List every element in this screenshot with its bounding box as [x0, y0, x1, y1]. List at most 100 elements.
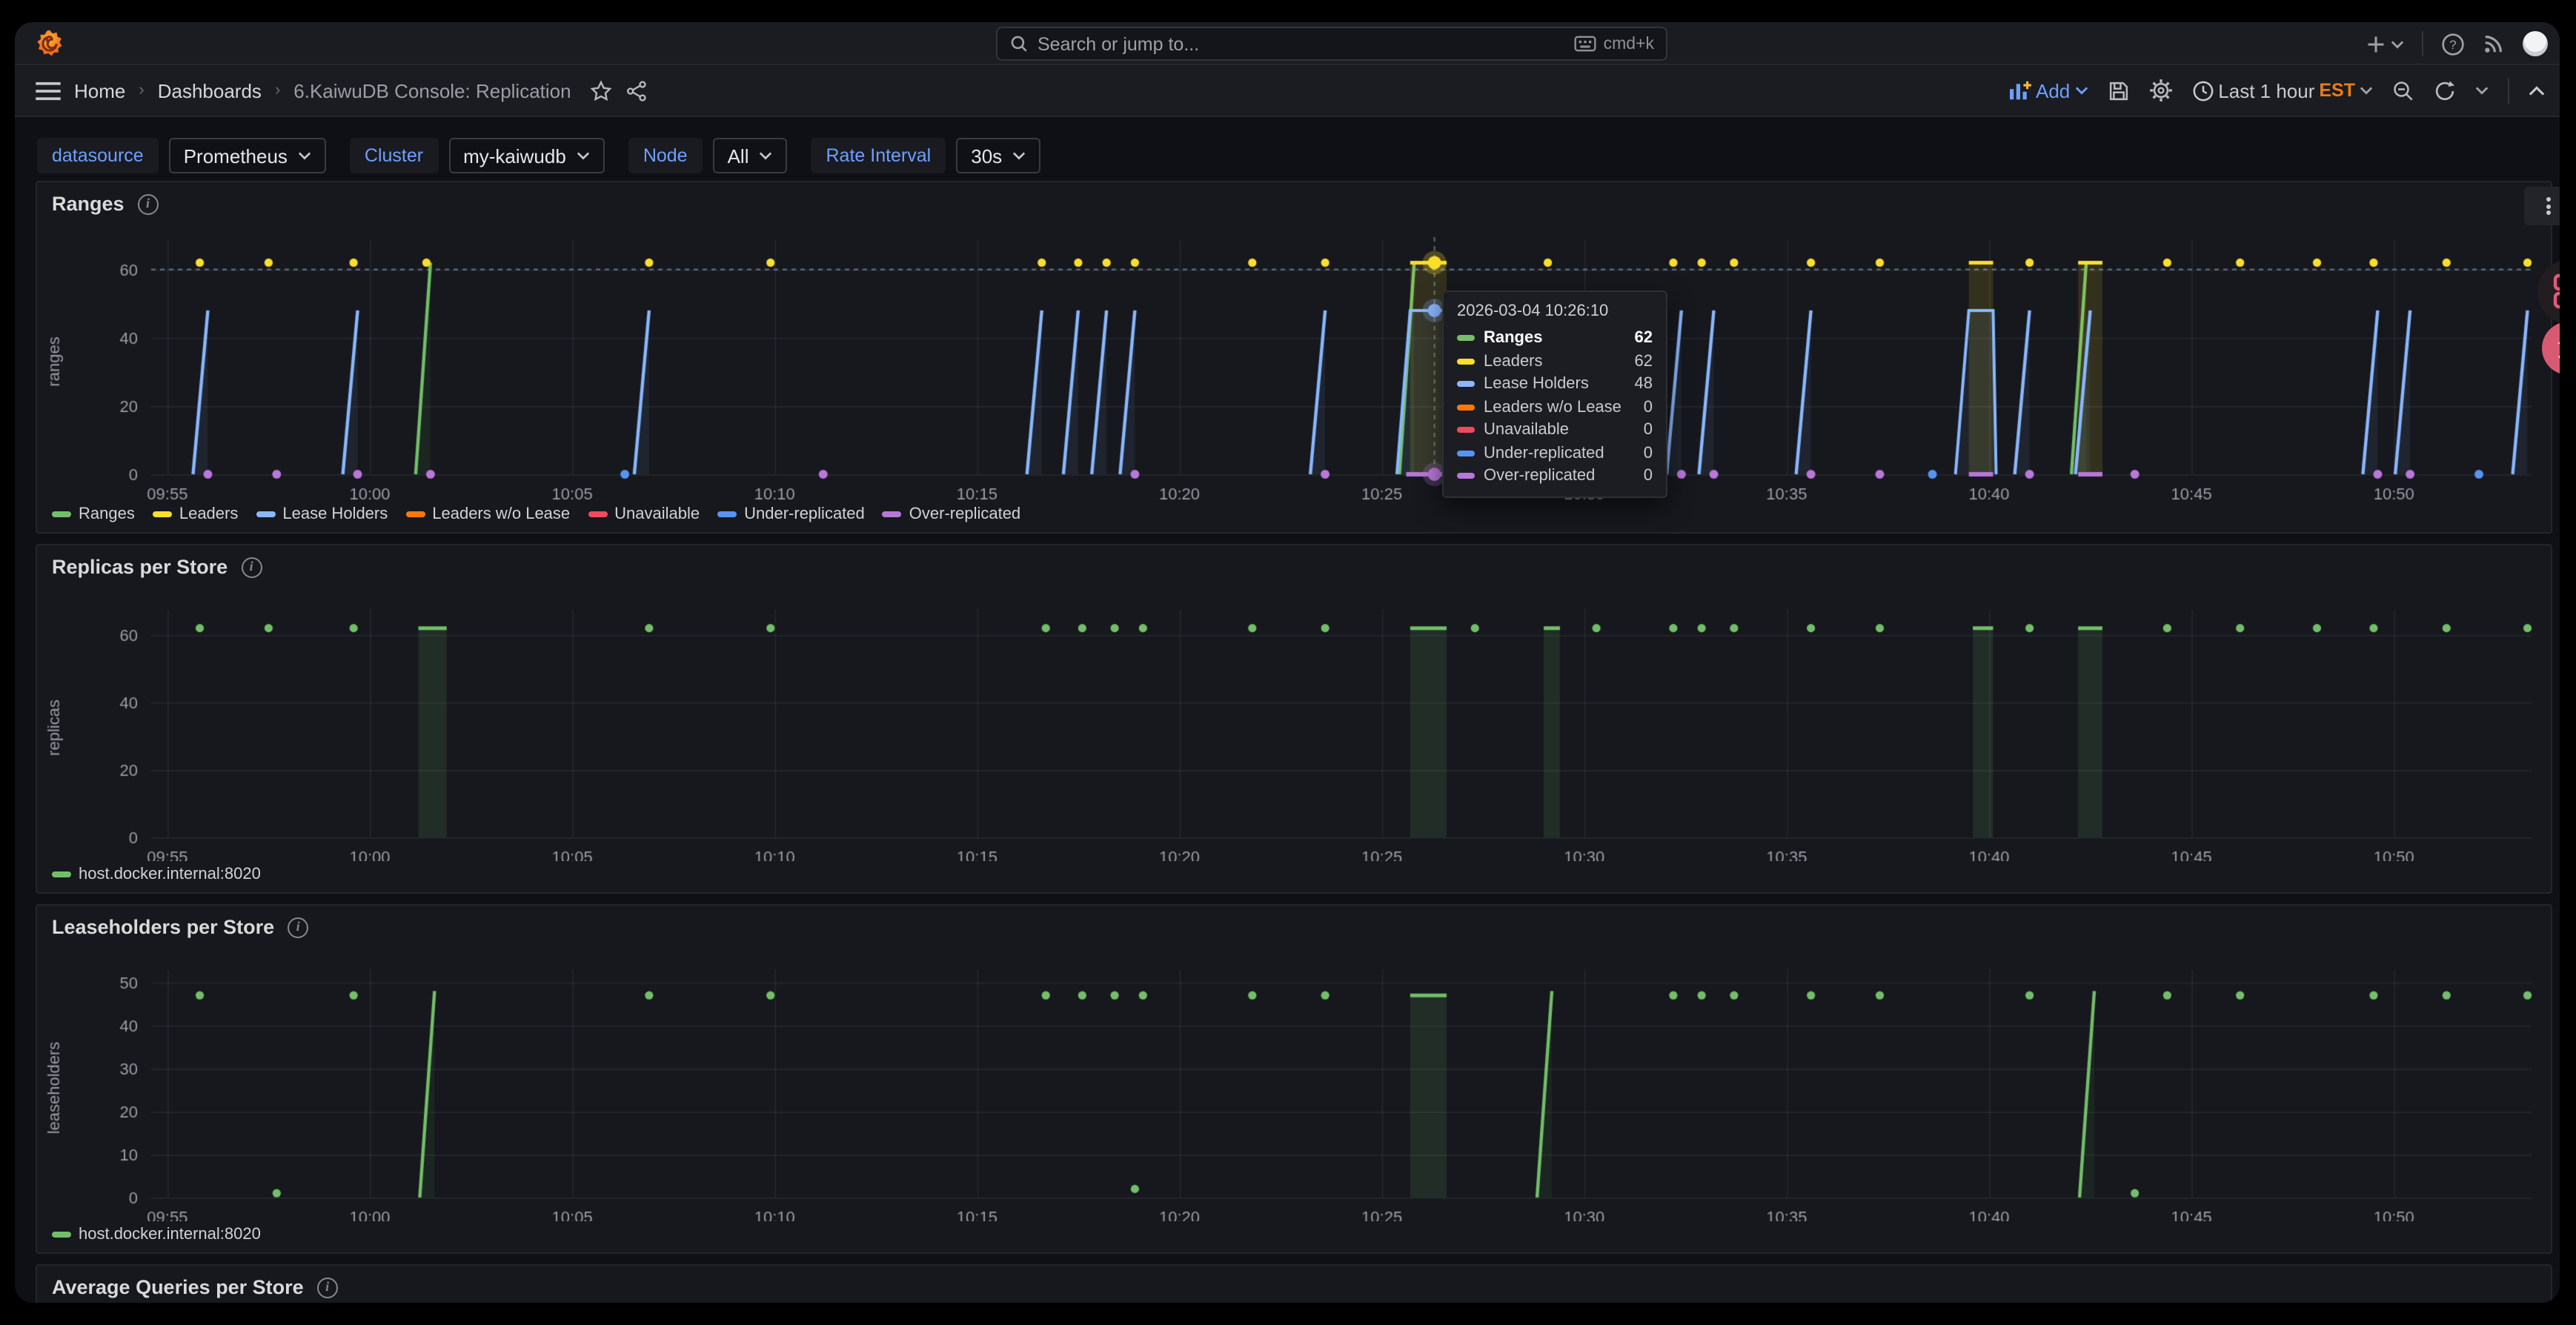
divider [2508, 78, 2509, 103]
tooltip-swatch [1457, 427, 1475, 433]
chevron-down-icon [2475, 86, 2489, 95]
plus-icon [2366, 33, 2386, 54]
breadcrumb-separator: › [275, 82, 280, 99]
info-icon[interactable]: i [138, 193, 159, 214]
node-select[interactable]: All [713, 138, 788, 173]
legend-item[interactable]: Leaders [153, 505, 239, 523]
grafana-app: Search or jump to... cmd+k [15, 22, 2560, 1303]
new-item-button[interactable] [2366, 33, 2404, 54]
dashboard-toolbar: Home › Dashboards › 6.KaiwuDB Console: R… [15, 65, 2560, 117]
grafana-logo-icon[interactable] [34, 28, 65, 59]
variable-label: Node [628, 138, 703, 173]
legend-item[interactable]: Unavailable [588, 505, 700, 523]
collapse-toolbar-button[interactable] [2529, 85, 2545, 96]
legend-swatch [153, 511, 172, 517]
tooltip-swatch [1457, 381, 1475, 387]
search-input[interactable]: Search or jump to... cmd+k [996, 27, 1667, 61]
legend-swatch [883, 511, 902, 517]
legend-item[interactable]: Leaders w/o Lease [405, 505, 570, 523]
legend-item[interactable]: host.docker.internal:8020 [52, 866, 261, 883]
chevron-down-icon [2360, 86, 2373, 95]
gear-icon [2148, 79, 2172, 102]
legend-item[interactable]: Lease Holders [256, 505, 388, 523]
leaseholders-legend: host.docker.internal:8020 [52, 1226, 261, 1243]
panel-leaseholders-per-store: Leaseholders per Store i host.docker.int… [36, 904, 2552, 1254]
legend-item[interactable]: Over-replicated [883, 505, 1020, 523]
top-nav-bar: Search or jump to... cmd+k [15, 22, 2560, 65]
divider [2422, 31, 2423, 56]
breadcrumb-dashboards[interactable]: Dashboards [158, 79, 262, 102]
refresh-icon [2434, 79, 2456, 102]
legend-item[interactable]: host.docker.internal:8020 [52, 1226, 261, 1243]
panel-average-queries-per-store: Average Queries per Store i [36, 1264, 2552, 1303]
favorite-star-icon[interactable] [591, 79, 613, 102]
variable-label: Rate Interval [811, 138, 946, 173]
news-button[interactable] [2483, 33, 2505, 55]
panel-title: Average Queries per Store [52, 1276, 304, 1298]
variable-rate-interval: Rate Interval 30s [811, 138, 1041, 173]
tooltip-row: Unavailable0 [1457, 421, 1653, 439]
share-icon[interactable] [626, 79, 648, 102]
breadcrumb-current: 6.KaiwuDB Console: Replication [293, 79, 571, 102]
dashboard-settings-button[interactable] [2148, 79, 2172, 102]
panel-title: Ranges [52, 193, 125, 215]
time-range-picker[interactable]: Last 1 hour EST [2191, 79, 2373, 102]
add-panel-button[interactable]: Add [2008, 79, 2088, 102]
leaseholders-chart[interactable] [39, 907, 2552, 1221]
legend-item[interactable]: Under-replicated [717, 505, 865, 523]
panel-title: Replicas per Store [52, 556, 228, 578]
save-dashboard-button[interactable] [2107, 79, 2129, 102]
menu-toggle-icon[interactable] [36, 81, 61, 100]
chart-tooltip: 2026-03-04 10:26:10 Ranges62 Leaders62 L… [1442, 290, 1667, 498]
variable-label: datasource [37, 138, 159, 173]
help-button[interactable]: ? [2441, 32, 2465, 56]
legend-swatch [588, 511, 607, 517]
breadcrumb-home[interactable]: Home [74, 79, 125, 102]
tooltip-swatch [1457, 358, 1475, 364]
dashboard-variables-row: datasource Prometheus Cluster my-kaiwudb… [15, 117, 2560, 181]
legend-swatch [52, 1232, 71, 1238]
tooltip-row: Over-replicated0 [1457, 467, 1653, 485]
tooltip-row: Ranges62 [1457, 329, 1653, 347]
variable-node: Node All [628, 138, 788, 173]
info-icon[interactable]: i [288, 917, 308, 937]
chevron-down-icon [577, 151, 590, 160]
chevron-down-icon [2391, 39, 2404, 48]
chevron-down-icon [760, 151, 773, 160]
sparkle-icon [2552, 331, 2560, 366]
legend-swatch [405, 511, 425, 517]
search-placeholder: Search or jump to... [1038, 33, 1565, 54]
svg-text:?: ? [2449, 37, 2456, 51]
zoom-out-button[interactable] [2392, 79, 2414, 102]
ranges-chart[interactable] [39, 184, 2552, 501]
rss-icon [2483, 33, 2505, 55]
tooltip-swatch [1457, 404, 1475, 410]
panel-menu-button[interactable] [2524, 187, 2560, 225]
chevron-down-icon [298, 151, 311, 160]
rate-interval-select[interactable]: 30s [956, 138, 1040, 173]
panel-ranges: Ranges i Ranges Leaders Lease Holders Le… [36, 181, 2552, 534]
chevron-down-icon [2074, 86, 2088, 95]
datasource-select[interactable]: Prometheus [169, 138, 326, 173]
help-icon: ? [2441, 32, 2465, 56]
cluster-select[interactable]: my-kaiwudb [448, 138, 605, 173]
tooltip-row: Under-replicated0 [1457, 444, 1653, 462]
save-icon [2107, 79, 2129, 102]
user-avatar[interactable] [2523, 31, 2548, 56]
legend-swatch [256, 511, 275, 517]
clock-icon [2191, 79, 2214, 102]
panel-replicas-per-store: Replicas per Store i host.docker.interna… [36, 544, 2552, 894]
breadcrumb-separator: › [139, 82, 144, 99]
info-icon[interactable]: i [241, 557, 262, 577]
legend-swatch [52, 871, 71, 877]
refresh-interval-dropdown[interactable] [2475, 86, 2489, 95]
replicas-legend: host.docker.internal:8020 [52, 866, 261, 883]
legend-item[interactable]: Ranges [52, 505, 135, 523]
refresh-button[interactable] [2434, 79, 2456, 102]
tooltip-row: Leaders62 [1457, 352, 1653, 370]
tooltip-swatch [1457, 450, 1475, 456]
tooltip-row: Lease Holders48 [1457, 375, 1653, 393]
replicas-chart[interactable] [39, 547, 2552, 861]
info-icon[interactable]: i [317, 1277, 338, 1298]
variable-cluster: Cluster my-kaiwudb [350, 138, 605, 173]
